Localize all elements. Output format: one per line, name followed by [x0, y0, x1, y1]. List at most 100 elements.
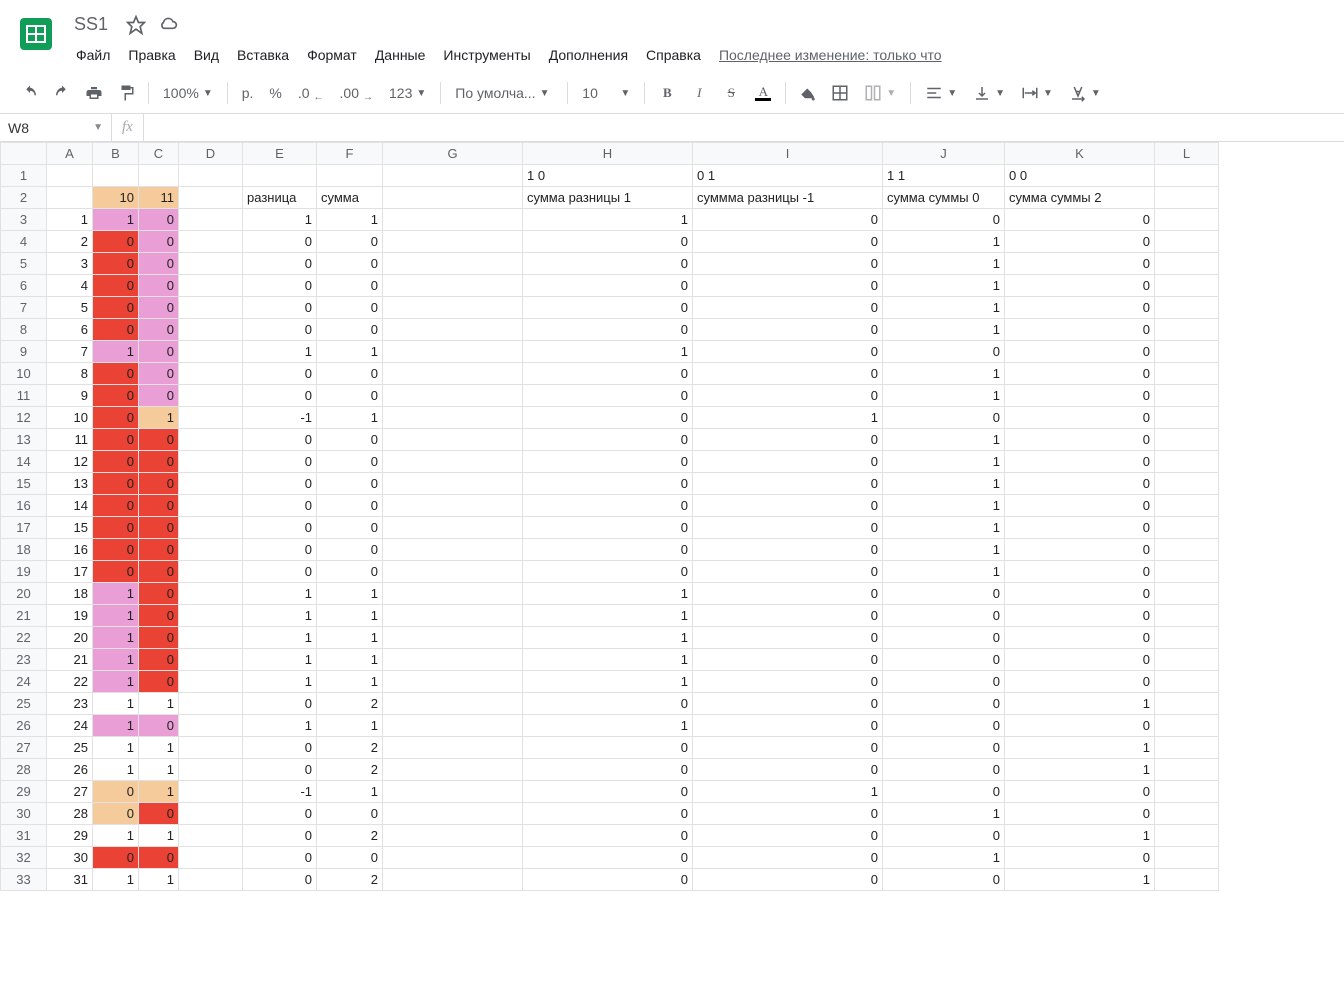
strikethrough-button[interactable]: S [717, 79, 745, 107]
cell[interactable]: 1 [883, 495, 1005, 517]
cell[interactable]: 2 [317, 759, 383, 781]
cell[interactable]: 0 [317, 803, 383, 825]
cell[interactable]: 0 [693, 671, 883, 693]
cell[interactable]: 1 [243, 605, 317, 627]
cell[interactable] [1155, 275, 1219, 297]
cell[interactable] [383, 165, 523, 187]
cell[interactable]: 0 [693, 451, 883, 473]
redo-button[interactable] [48, 79, 76, 107]
cell[interactable]: 0 [93, 363, 139, 385]
cell[interactable]: 1 [93, 209, 139, 231]
cell[interactable] [179, 165, 243, 187]
cell[interactable] [47, 187, 93, 209]
cell[interactable] [1155, 583, 1219, 605]
cell[interactable]: 1 [883, 429, 1005, 451]
cell[interactable]: 0 [693, 803, 883, 825]
increase-decimal-button[interactable]: .00→ [334, 81, 379, 105]
cell[interactable]: 1 [139, 693, 179, 715]
cell[interactable] [1155, 737, 1219, 759]
cell[interactable] [179, 209, 243, 231]
cell[interactable]: 1 [93, 341, 139, 363]
cell[interactable]: 1 [93, 605, 139, 627]
cell[interactable] [179, 473, 243, 495]
cell[interactable]: 0 [243, 319, 317, 341]
cell[interactable]: 26 [47, 759, 93, 781]
cell[interactable] [179, 495, 243, 517]
cell[interactable]: 0 [523, 693, 693, 715]
cell[interactable]: 0 [883, 759, 1005, 781]
col-header-I[interactable]: I [693, 143, 883, 165]
cell[interactable]: суммма разницы -1 [693, 187, 883, 209]
cell[interactable] [383, 341, 523, 363]
cell[interactable]: 0 [1005, 803, 1155, 825]
cell[interactable]: 1 [317, 649, 383, 671]
cell[interactable]: 0 [93, 539, 139, 561]
cell[interactable]: -1 [243, 407, 317, 429]
cell[interactable]: 1 [1005, 759, 1155, 781]
row-header[interactable]: 19 [1, 561, 47, 583]
cell[interactable]: 1 [139, 407, 179, 429]
col-header-D[interactable]: D [179, 143, 243, 165]
cell[interactable]: 0 [883, 737, 1005, 759]
cell[interactable] [1155, 429, 1219, 451]
cell[interactable] [383, 539, 523, 561]
cell[interactable]: 0 [317, 319, 383, 341]
cell[interactable]: 0 [93, 781, 139, 803]
cell[interactable]: 0 [139, 517, 179, 539]
cell[interactable]: 0 [523, 803, 693, 825]
cell[interactable]: 0 [1005, 319, 1155, 341]
cell[interactable]: 0 [523, 825, 693, 847]
cell[interactable]: 1 [883, 847, 1005, 869]
row-header[interactable]: 28 [1, 759, 47, 781]
menu-данные[interactable]: Данные [367, 43, 434, 67]
cell[interactable]: 0 [317, 429, 383, 451]
cell[interactable]: 0 [1005, 561, 1155, 583]
row-header[interactable]: 32 [1, 847, 47, 869]
cell[interactable]: 1 [523, 209, 693, 231]
cell[interactable] [179, 275, 243, 297]
cell[interactable] [179, 737, 243, 759]
cell[interactable]: 0 [693, 253, 883, 275]
cell[interactable]: 1 [93, 583, 139, 605]
cell[interactable]: 1 [243, 583, 317, 605]
cell[interactable]: 0 [139, 231, 179, 253]
font-dropdown[interactable]: По умолча...▼ [449, 81, 559, 105]
cell[interactable]: 0 [139, 539, 179, 561]
cell[interactable]: 1 [317, 781, 383, 803]
cell[interactable]: 1 [93, 693, 139, 715]
cell[interactable]: 0 [139, 451, 179, 473]
cell[interactable]: 1 [1005, 693, 1155, 715]
cell[interactable]: 0 [139, 847, 179, 869]
cell[interactable]: 0 [883, 341, 1005, 363]
col-header-G[interactable]: G [383, 143, 523, 165]
cell[interactable]: 0 [243, 693, 317, 715]
cell[interactable]: 0 [883, 583, 1005, 605]
cell[interactable]: 2 [317, 869, 383, 891]
cell[interactable] [383, 209, 523, 231]
cell[interactable]: 10 [47, 407, 93, 429]
merge-cells-dropdown[interactable]: ▼ [858, 80, 902, 106]
cell[interactable]: 0 [139, 253, 179, 275]
cell[interactable] [383, 803, 523, 825]
cell[interactable]: 0 [523, 319, 693, 341]
cell[interactable]: 1 [883, 451, 1005, 473]
cell[interactable] [179, 781, 243, 803]
cell[interactable]: 1 [139, 825, 179, 847]
text-color-button[interactable]: A [749, 79, 777, 107]
print-button[interactable] [80, 79, 108, 107]
cell[interactable]: 1 [139, 869, 179, 891]
cell[interactable]: 0 [93, 803, 139, 825]
cell[interactable] [383, 385, 523, 407]
cell[interactable]: 0 [139, 803, 179, 825]
cell[interactable]: 23 [47, 693, 93, 715]
cell[interactable] [179, 297, 243, 319]
cell[interactable]: 0 [1005, 583, 1155, 605]
cell[interactable]: 0 [883, 715, 1005, 737]
cell[interactable]: 0 [693, 297, 883, 319]
name-box[interactable]: W8▼ [0, 114, 112, 141]
row-header[interactable]: 27 [1, 737, 47, 759]
cell[interactable]: 0 [1005, 407, 1155, 429]
cell[interactable]: 0 [317, 385, 383, 407]
cell[interactable]: 0 [139, 209, 179, 231]
cell[interactable]: 0 [523, 231, 693, 253]
